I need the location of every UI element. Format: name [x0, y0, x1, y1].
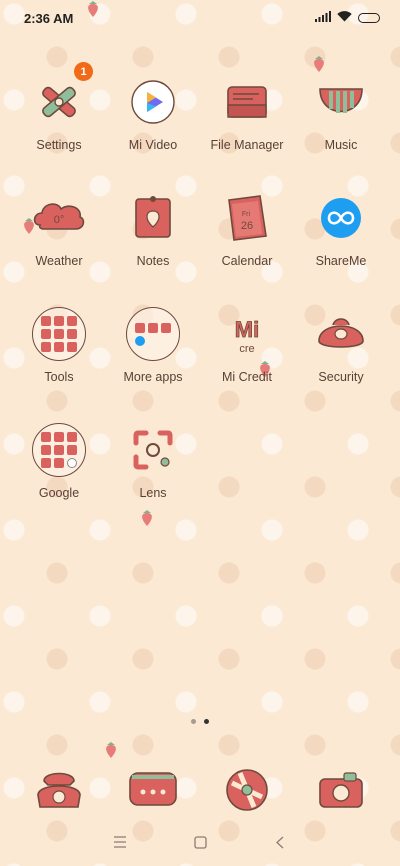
back-icon[interactable] — [265, 827, 295, 857]
calendar-weekday: Fri — [242, 211, 251, 218]
notification-badge: 1 — [74, 62, 93, 81]
dock-browser[interactable] — [200, 760, 294, 820]
strawberry-decoration-icon — [142, 510, 152, 526]
settings-icon: 1 — [29, 62, 93, 132]
notes-icon — [123, 188, 183, 248]
browser-icon — [217, 760, 277, 820]
app-settings[interactable]: 1 Settings — [12, 62, 106, 152]
app-lens[interactable]: Lens — [106, 420, 200, 500]
wifi-icon — [337, 9, 352, 27]
app-label: Lens — [139, 486, 167, 500]
mi-credit-logo-bottom: cre — [239, 343, 254, 355]
app-file-manager[interactable]: File Manager — [200, 72, 294, 152]
dock-camera[interactable] — [294, 760, 388, 820]
music-icon — [311, 72, 371, 132]
calendar-icon: Fri 26 — [217, 188, 277, 248]
weather-temp: 0° — [54, 214, 65, 226]
app-shareme[interactable]: ShareMe — [294, 188, 388, 268]
app-security[interactable]: Security — [294, 304, 388, 384]
app-label: Notes — [136, 254, 170, 268]
folder-more-apps[interactable]: More apps — [106, 304, 200, 384]
calendar-day: 26 — [241, 220, 253, 232]
mi-credit-logo-top: Mi — [235, 317, 259, 342]
more-apps-folder-icon — [123, 304, 183, 364]
menu-icon[interactable] — [105, 827, 135, 857]
weather-icon: 0° — [29, 188, 89, 248]
folder-google[interactable]: Google — [12, 420, 106, 500]
app-mi-video[interactable]: Mi Video — [106, 72, 200, 152]
strawberry-decoration-icon — [106, 742, 116, 758]
app-music[interactable]: Music — [294, 72, 388, 152]
camera-icon — [311, 760, 371, 820]
phone-icon — [29, 760, 89, 820]
dock — [12, 760, 388, 820]
app-mi-credit[interactable]: Mi cre Mi Credit — [200, 304, 294, 384]
mi-credit-icon: Mi cre — [217, 304, 277, 364]
app-label: Settings — [36, 138, 82, 152]
app-label: Mi Credit — [221, 370, 272, 384]
app-label: More apps — [123, 370, 183, 384]
folder-preview — [126, 307, 180, 361]
strawberry-decoration-icon — [314, 56, 324, 72]
app-label: Mi Video — [128, 138, 178, 152]
folder-preview — [32, 423, 86, 477]
folder-preview — [32, 307, 86, 361]
status-icons — [315, 9, 380, 27]
signal-icon — [315, 9, 331, 27]
google-folder-icon — [29, 420, 89, 480]
app-label: Weather — [35, 254, 83, 268]
app-label: Security — [318, 370, 364, 384]
folder-tools[interactable]: Tools — [12, 304, 106, 384]
dock-messaging[interactable] — [106, 760, 200, 820]
app-notes[interactable]: Notes — [106, 188, 200, 268]
app-grid: 1 Settings Mi Video File Manager Music 0… — [12, 62, 388, 500]
home-icon[interactable] — [185, 827, 215, 857]
page-dot-active[interactable] — [204, 719, 209, 724]
page-indicator — [0, 719, 400, 724]
security-icon — [311, 304, 371, 364]
status-bar: 2:36 AM — [0, 0, 400, 36]
app-label: ShareMe — [315, 254, 367, 268]
tools-folder-icon — [29, 304, 89, 364]
app-weather[interactable]: 0° Weather — [12, 188, 106, 268]
app-label: Music — [324, 138, 358, 152]
app-calendar[interactable]: Fri 26 Calendar — [200, 188, 294, 268]
navigation-bar — [0, 818, 400, 866]
shareme-icon — [311, 188, 371, 248]
mi-video-icon — [123, 72, 183, 132]
strawberry-decoration-icon — [88, 1, 98, 17]
app-label: Google — [38, 486, 80, 500]
app-label: Tools — [44, 370, 74, 384]
app-label: Calendar — [221, 254, 273, 268]
messaging-icon — [123, 760, 183, 820]
page-dot[interactable] — [191, 719, 196, 724]
app-label: File Manager — [210, 138, 284, 152]
lens-icon — [123, 420, 183, 480]
battery-icon — [358, 13, 380, 23]
status-time: 2:36 AM — [24, 10, 74, 26]
file-manager-icon — [217, 72, 277, 132]
dock-phone[interactable] — [12, 760, 106, 820]
